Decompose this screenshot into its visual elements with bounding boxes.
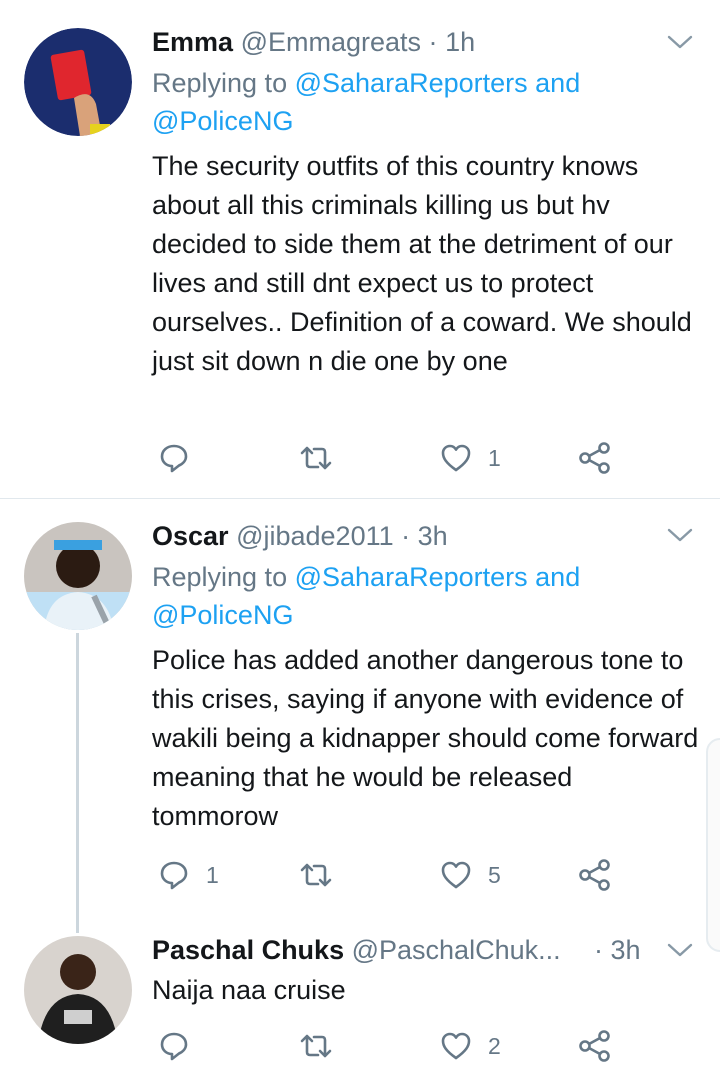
retweet-button[interactable] <box>298 438 350 478</box>
retweet-icon <box>300 863 332 887</box>
tweet-actions: 1 5 <box>152 855 632 895</box>
chevron-down-icon[interactable] <box>666 521 694 549</box>
retweet-button[interactable] <box>298 1026 350 1066</box>
display-name[interactable]: Emma <box>152 27 233 57</box>
separator-dot: · <box>428 27 438 57</box>
like-count: 1 <box>488 444 501 471</box>
timestamp[interactable]: 3h <box>418 521 448 551</box>
chevron-down-icon[interactable] <box>666 936 694 964</box>
person-avatar-icon <box>24 936 132 1044</box>
heart-icon <box>441 444 471 472</box>
tweet-actions: 2 <box>152 1026 632 1066</box>
share-button[interactable] <box>578 1026 612 1066</box>
avatar-paschal[interactable] <box>24 936 132 1044</box>
mention-policeng[interactable]: @PoliceNG <box>152 106 293 136</box>
retweet-icon <box>300 1034 332 1058</box>
retweet-button[interactable] <box>298 855 350 895</box>
edge-panel-handle[interactable] <box>706 738 720 952</box>
tweet-text: Naija naa cruise <box>152 975 346 1005</box>
retweet-icon <box>300 446 332 470</box>
avatar-oscar[interactable] <box>24 522 132 630</box>
chevron-down-icon[interactable] <box>666 28 694 56</box>
separator-dot: · <box>401 521 411 551</box>
like-button[interactable]: 2 <box>440 1026 501 1066</box>
like-count: 2 <box>488 1032 501 1059</box>
mention-and[interactable]: and <box>535 562 580 592</box>
like-button[interactable]: 5 <box>440 855 501 895</box>
timestamp[interactable]: 1h <box>445 27 475 57</box>
tweet-2[interactable]: Oscar @jibade2011 · 3h Replying to @Saha… <box>0 499 720 933</box>
user-handle[interactable]: @Emmagreats <box>241 27 421 57</box>
reply-icon <box>160 861 188 890</box>
tweet-text: The security outfits of this country kno… <box>152 151 692 376</box>
reply-button[interactable] <box>158 1026 206 1066</box>
like-button[interactable]: 1 <box>440 438 501 478</box>
person-avatar-icon <box>24 522 132 630</box>
tweet-time: · 3h <box>594 930 641 970</box>
mention-saharareporters[interactable]: @SaharaReporters <box>295 68 528 98</box>
tweet-header: Emma @Emmagreats · 1h <box>152 22 475 62</box>
avatar-emma[interactable] <box>24 28 132 136</box>
timestamp[interactable]: 3h <box>611 935 641 965</box>
replying-to: Replying to @SaharaReporters and @Police… <box>152 64 672 140</box>
user-handle[interactable]: @jibade2011 <box>236 521 394 551</box>
reply-button[interactable]: 1 <box>158 855 219 895</box>
replying-to: Replying to @SaharaReporters and @Police… <box>152 558 672 634</box>
share-icon <box>579 859 610 891</box>
heart-icon <box>441 861 471 889</box>
mention-and[interactable]: and <box>535 68 580 98</box>
reply-icon <box>160 1032 188 1061</box>
display-name[interactable]: Oscar <box>152 521 229 551</box>
heart-icon <box>441 1032 471 1060</box>
tweet-header: Oscar @jibade2011 · 3h <box>152 516 448 556</box>
red-card-avatar-icon <box>24 28 132 136</box>
user-handle[interactable]: @PaschalChuk... <box>352 935 561 965</box>
tweet-actions: 1 <box>152 438 632 478</box>
like-count: 5 <box>488 861 501 888</box>
replying-to-label: Replying to <box>152 68 288 98</box>
reply-button[interactable] <box>158 438 206 478</box>
share-icon <box>579 442 610 474</box>
reply-count: 1 <box>206 861 219 888</box>
separator-dot: · <box>594 935 603 965</box>
share-button[interactable] <box>578 438 612 478</box>
mention-policeng[interactable]: @PoliceNG <box>152 600 293 630</box>
share-button[interactable] <box>578 855 612 895</box>
thread-connector <box>76 633 79 933</box>
display-name[interactable]: Paschal Chuks <box>152 935 344 965</box>
reply-icon <box>160 444 188 473</box>
replying-to-label: Replying to <box>152 562 288 592</box>
tweet-header: Paschal Chuks @PaschalChuk... <box>152 930 561 970</box>
tweet-3[interactable]: Paschal Chuks @PaschalChuk... · 3h Naija… <box>0 920 720 1062</box>
mention-saharareporters[interactable]: @SaharaReporters <box>295 562 528 592</box>
share-icon <box>579 1030 610 1062</box>
tweet-1[interactable]: Emma @Emmagreats · 1h Replying to @Sahar… <box>0 0 720 498</box>
tweet-text: Police has added another dangerous tone … <box>152 645 699 831</box>
